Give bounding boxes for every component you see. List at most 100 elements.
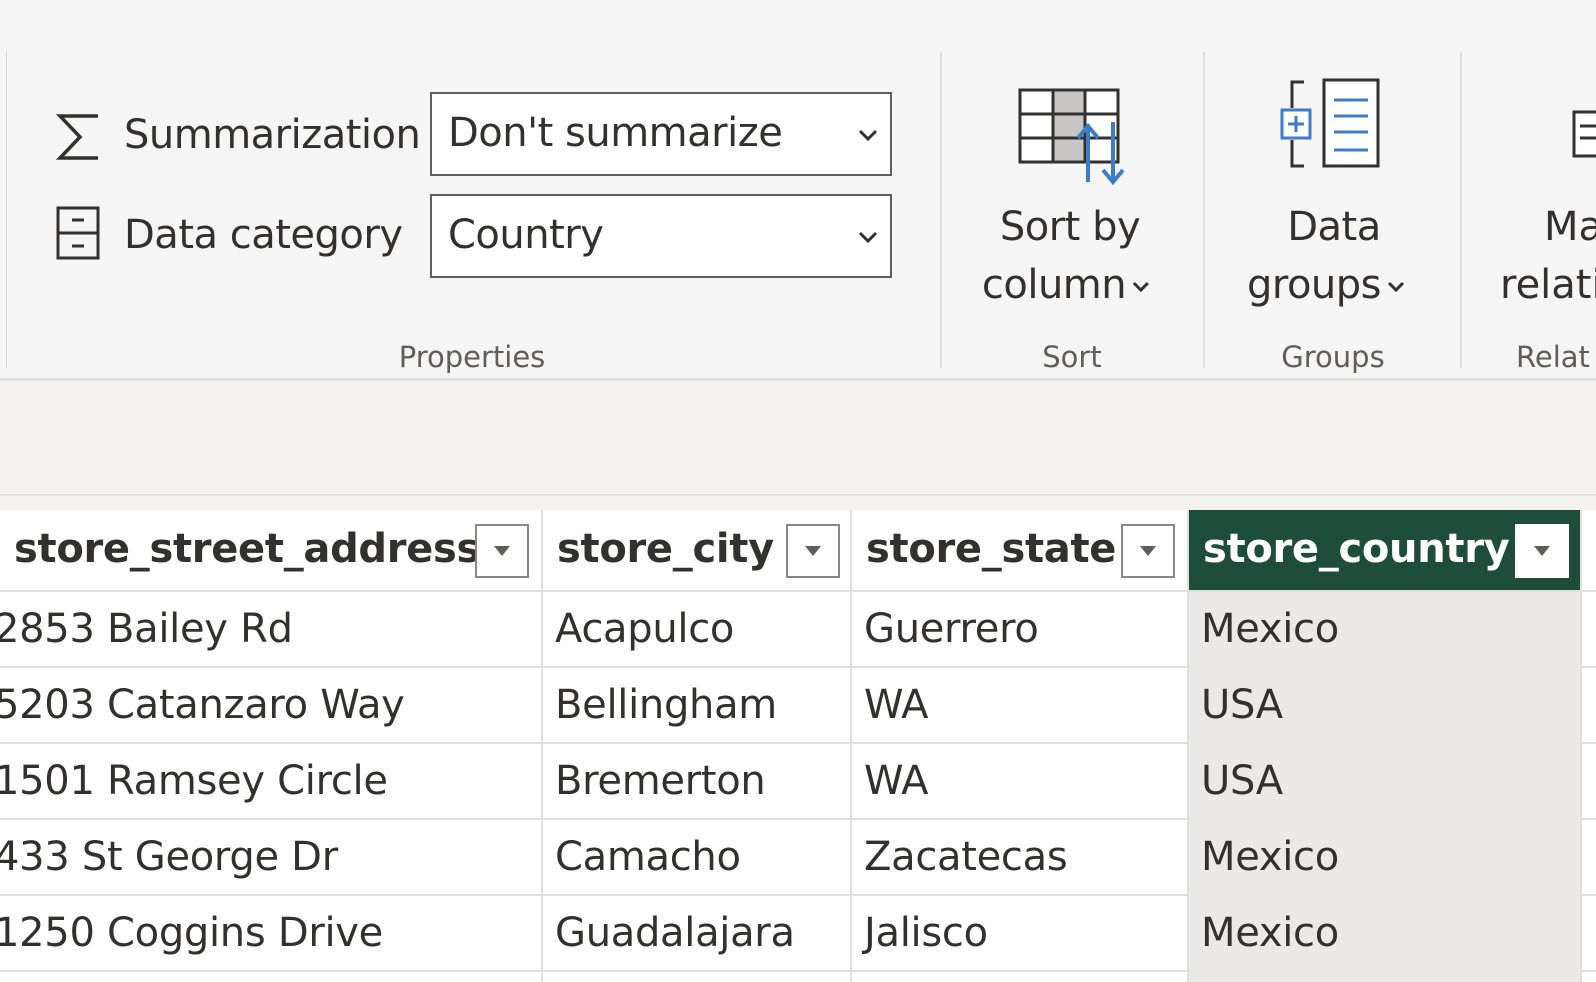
summarization-dropdown[interactable]: Don't summarize	[430, 92, 892, 176]
table-cell[interactable]	[852, 972, 1189, 982]
cell-value: Bremerton	[555, 758, 766, 804]
formula-bar-area	[0, 381, 1596, 496]
sort-by-column-icon	[1018, 88, 1125, 186]
data-category-dropdown[interactable]: Country	[430, 194, 892, 278]
chevron-down-icon	[1387, 281, 1405, 293]
table-cell[interactable]: WA	[852, 744, 1189, 820]
chevron-down-icon	[858, 129, 878, 142]
table-cell[interactable]: Zacatecas	[852, 820, 1189, 896]
cell-value: 5203 Catanzaro Way	[0, 682, 405, 728]
header-row: store_street_address store_city store_st…	[0, 510, 1596, 592]
table-cell[interactable]: Jalisco	[852, 896, 1189, 972]
table-cell[interactable]	[1189, 972, 1582, 982]
cell-value: Mexico	[1201, 834, 1339, 880]
column-header-label: store_city	[557, 526, 774, 572]
table-cell[interactable]: 433 St George Dr	[0, 820, 543, 896]
table-cell[interactable]: Bremerton	[543, 744, 852, 820]
cell-value: USA	[1201, 682, 1283, 728]
properties-group-label: Properties	[398, 340, 546, 374]
filter-dropdown-button[interactable]	[786, 524, 840, 578]
manage-relationships-label-2: relati	[1500, 262, 1596, 308]
table-cell[interactable]: USA	[1189, 668, 1582, 744]
cell-value: 1250 Coggins Drive	[0, 910, 383, 956]
cell-value: Bellingham	[555, 682, 777, 728]
cell-value: Guerrero	[864, 606, 1039, 652]
sort-by-column-label-1: Sort by	[999, 204, 1141, 250]
cell-value: WA	[864, 682, 929, 728]
summarization-value: Don't summarize	[448, 110, 783, 156]
data-groups-label-1: Data	[1287, 204, 1381, 250]
cell-value: Mexico	[1201, 606, 1339, 652]
cell-value: USA	[1201, 758, 1283, 804]
column-header-store-street-address[interactable]: store_street_address	[0, 510, 543, 590]
table-cell[interactable]: 2853 Bailey Rd	[0, 592, 543, 668]
chevron-down-icon	[858, 231, 878, 244]
table-cell[interactable]	[543, 972, 852, 982]
table-cell[interactable]	[0, 972, 543, 982]
column-header-label: store_state	[866, 526, 1117, 572]
cell-value: 1501 Ramsey Circle	[0, 758, 388, 804]
ribbon: Summarization Don't summarize Data categ…	[0, 0, 1596, 381]
table-cell[interactable]: Camacho	[543, 820, 852, 896]
manage-relationships-label: Ma relati	[1500, 198, 1596, 318]
table-row: 5203 Catanzaro Way Bellingham WA USA	[0, 668, 1596, 744]
column-header-store-state[interactable]: store_state	[852, 510, 1189, 590]
data-grid: store_street_address store_city store_st…	[0, 510, 1596, 982]
cell-value: WA	[864, 758, 929, 804]
cell-value: Mexico	[1201, 910, 1339, 956]
cell-value: Guadalajara	[555, 910, 795, 956]
data-category-value: Country	[448, 212, 604, 258]
manage-relationships-icon	[1572, 110, 1596, 158]
table-cell[interactable]: Bellingham	[543, 668, 852, 744]
table-row: 1501 Ramsey Circle Bremerton WA USA	[0, 744, 1596, 820]
filter-dropdown-button[interactable]	[475, 524, 529, 578]
table-cell[interactable]: USA	[1189, 744, 1582, 820]
filter-dropdown-button[interactable]	[1515, 524, 1569, 578]
relationships-group-label: Relat	[1516, 340, 1590, 374]
column-header-store-country[interactable]: store_country	[1189, 510, 1582, 590]
group-separator	[1203, 52, 1205, 368]
ribbon-left-separator	[6, 52, 7, 368]
table-cell[interactable]: Mexico	[1189, 896, 1582, 972]
group-separator	[940, 52, 942, 368]
group-separator	[1460, 52, 1462, 368]
summarization-label: Summarization	[124, 112, 421, 158]
chevron-down-icon	[1133, 281, 1150, 293]
table-row: 433 St George Dr Camacho Zacatecas Mexic…	[0, 820, 1596, 896]
table-cell[interactable]: Guerrero	[852, 592, 1189, 668]
table-row	[0, 972, 1596, 982]
table-cell[interactable]: Mexico	[1189, 592, 1582, 668]
sigma-icon	[56, 114, 98, 160]
data-category-icon	[56, 206, 100, 260]
groups-group-label: Groups	[1281, 340, 1385, 374]
cell-value: 433 St George Dr	[0, 834, 338, 880]
filter-dropdown-icon	[1534, 546, 1550, 556]
data-groups-label-text: groups	[1246, 262, 1382, 308]
table-cell[interactable]: 5203 Catanzaro Way	[0, 668, 543, 744]
table-row: 1250 Coggins Drive Guadalajara Jalisco M…	[0, 896, 1596, 972]
filter-dropdown-icon	[805, 546, 821, 556]
cell-value: Zacatecas	[864, 834, 1068, 880]
table-cell[interactable]: Acapulco	[543, 592, 852, 668]
column-header-label: store_country	[1203, 526, 1510, 572]
sort-by-column-label-text: column	[981, 262, 1127, 308]
cell-value: Acapulco	[555, 606, 735, 652]
data-category-label: Data category	[124, 212, 403, 258]
table-cell[interactable]: 1501 Ramsey Circle	[0, 744, 543, 820]
table-cell[interactable]: WA	[852, 668, 1189, 744]
cell-value: Camacho	[555, 834, 741, 880]
filter-dropdown-icon	[494, 546, 510, 556]
cell-value: 2853 Bailey Rd	[0, 606, 293, 652]
sort-by-column-label-2: column	[982, 256, 1150, 314]
data-groups-icon	[1280, 78, 1380, 168]
data-groups-label-2: groups	[1247, 256, 1405, 314]
table-cell[interactable]: Mexico	[1189, 820, 1582, 896]
column-header-label: store_street_address	[14, 526, 481, 572]
column-header-store-city[interactable]: store_city	[543, 510, 852, 590]
filter-dropdown-button[interactable]	[1121, 524, 1175, 578]
table-cell[interactable]: 1250 Coggins Drive	[0, 896, 543, 972]
cell-value: Jalisco	[864, 910, 988, 956]
table-cell[interactable]: Guadalajara	[543, 896, 852, 972]
sort-group-label: Sort	[1042, 340, 1102, 374]
table-row: 2853 Bailey Rd Acapulco Guerrero Mexico	[0, 592, 1596, 668]
